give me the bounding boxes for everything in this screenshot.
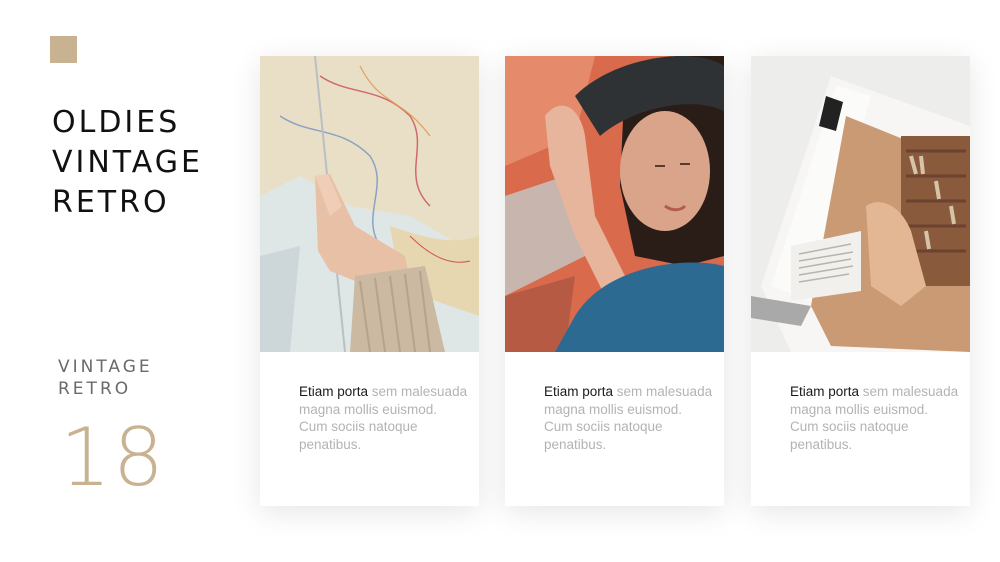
subtitle: VINTAGE RETRO <box>58 356 153 400</box>
card-3: Etiam porta sem malesuada magna mollis e… <box>751 56 970 506</box>
card-2-text: Etiam porta sem malesuada magna mollis e… <box>544 383 714 453</box>
title-line-3: RETRO <box>52 185 170 220</box>
woman-in-hat-photo <box>505 56 724 352</box>
title-line-1: OLDIES <box>52 105 181 140</box>
slide: OLDIES VINTAGE RETRO VINTAGE RETRO 18 Et… <box>0 0 1000 562</box>
card-3-text: Etiam porta sem malesuada magna mollis e… <box>790 383 960 453</box>
map-photo <box>260 56 479 352</box>
page-number: 18 <box>60 411 166 504</box>
subtitle-line-2: RETRO <box>58 379 132 399</box>
accent-square <box>50 36 77 63</box>
main-title: OLDIES VINTAGE RETRO <box>52 103 203 223</box>
card-1-lead: Etiam porta <box>299 384 369 399</box>
title-line-2: VINTAGE <box>52 145 204 180</box>
subtitle-line-1: VINTAGE <box>58 357 153 377</box>
card-1-text: Etiam porta sem malesuada magna mollis e… <box>299 383 469 453</box>
card-3-lead: Etiam porta <box>790 384 860 399</box>
card-2-lead: Etiam porta <box>544 384 614 399</box>
magazine-photo <box>751 56 970 352</box>
card-1: Etiam porta sem malesuada magna mollis e… <box>260 56 479 506</box>
card-2: Etiam porta sem malesuada magna mollis e… <box>505 56 724 506</box>
